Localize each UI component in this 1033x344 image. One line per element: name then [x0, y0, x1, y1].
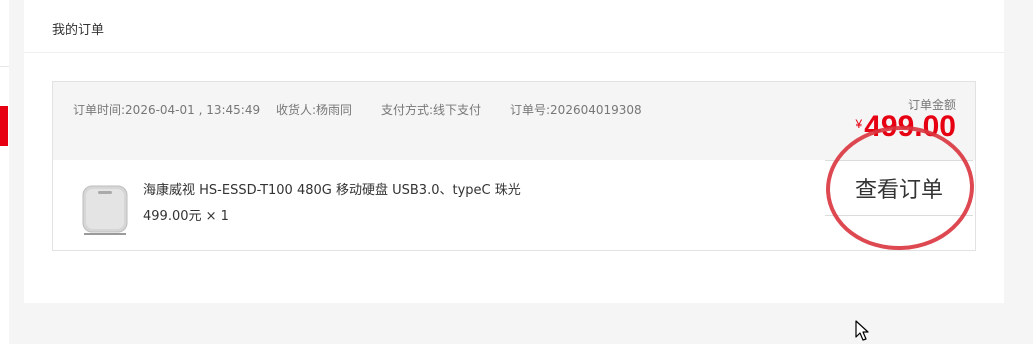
- order-header: 订单时间:2026-04-01 , 13:45:49 收货人:杨雨同 支付方式:…: [53, 82, 975, 160]
- order-card: 订单时间:2026-04-01 , 13:45:49 收货人:杨雨同 支付方式:…: [52, 81, 976, 251]
- panel-divider: [24, 52, 1004, 53]
- left-active-indicator: [0, 106, 8, 146]
- order-amount: ¥499.00: [856, 110, 956, 144]
- view-order-button[interactable]: 查看订单: [825, 160, 973, 216]
- left-divider: [0, 66, 9, 67]
- order-item-row: 海康威视 HS-ESSD-T100 480G 移动硬盘 USB3.0、typeC…: [53, 160, 975, 250]
- order-number: 订单号:202604019308: [510, 103, 642, 117]
- order-amount-value: 499.00: [864, 110, 956, 143]
- order-time: 订单时间:2026-04-01 , 13:45:49: [73, 103, 261, 117]
- order-receiver: 收货人:杨雨同: [276, 103, 353, 117]
- product-price-quantity: 499.00元 × 1: [143, 209, 229, 224]
- orders-panel: 我的订单 订单时间:2026-04-01 , 13:45:49 收货人:杨雨同 …: [24, 0, 1004, 303]
- product-thumbnail[interactable]: [80, 182, 130, 237]
- mouse-pointer-icon: [855, 320, 869, 341]
- left-sidebar-fragment: [0, 0, 9, 344]
- currency-symbol: ¥: [855, 117, 863, 131]
- panel-title: 我的订单: [52, 23, 105, 38]
- order-payment-method: 支付方式:线下支付: [381, 103, 482, 117]
- product-name[interactable]: 海康威视 HS-ESSD-T100 480G 移动硬盘 USB3.0、typeC…: [143, 179, 521, 198]
